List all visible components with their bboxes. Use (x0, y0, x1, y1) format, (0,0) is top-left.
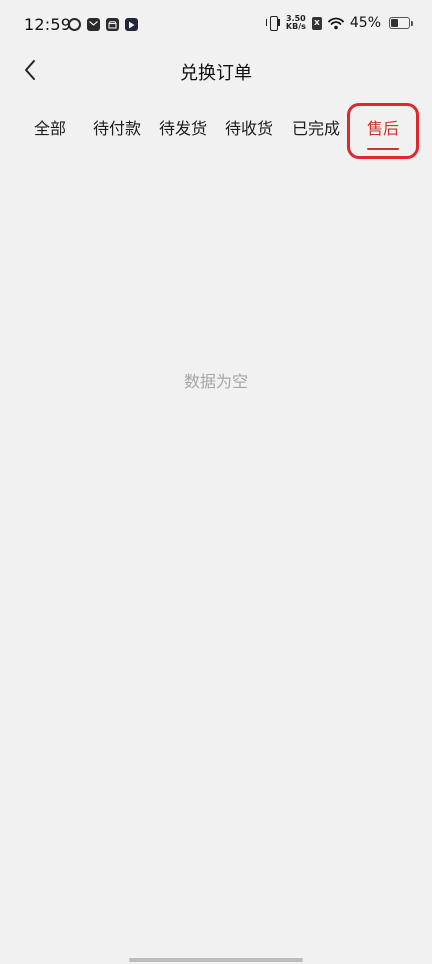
battery-percent: 45% (349, 15, 381, 31)
tab-pending-receipt[interactable]: 待收货 (216, 112, 282, 152)
status-time: 12:59 (24, 15, 72, 34)
battery-fill (391, 19, 398, 27)
tab-completed[interactable]: 已完成 (282, 112, 350, 152)
battery-icon (389, 17, 413, 29)
app-header: 兑换订单 (0, 50, 432, 90)
tab-label: 已完成 (291, 119, 340, 138)
play-app-icon (125, 18, 138, 31)
store-app-icon (106, 18, 119, 31)
tab-pending-shipment[interactable]: 待发货 (150, 112, 216, 152)
tab-pending-payment[interactable]: 待付款 (84, 112, 150, 152)
page-title: 兑换订单 (180, 63, 252, 84)
home-indicator[interactable] (129, 958, 303, 962)
sync-app-icon (68, 18, 81, 31)
tab-label: 待发货 (158, 119, 207, 138)
vibrate-icon (265, 15, 280, 31)
status-notification-icons (68, 18, 138, 31)
empty-state-message: 数据为空 (183, 372, 248, 391)
status-bar: 12:59 3.50 KB/s x 45% (0, 0, 432, 50)
tab-all[interactable]: 全部 (16, 112, 84, 152)
no-sim-icon: x (311, 16, 322, 30)
active-tab-highlight (347, 103, 419, 159)
mail-app-icon (87, 18, 100, 31)
status-system-icons: 3.50 KB/s x 45% (265, 15, 413, 31)
wifi-icon (327, 17, 344, 30)
tab-label: 待付款 (92, 119, 141, 138)
network-speed: 3.50 KB/s (286, 15, 306, 31)
tab-label: 全部 (33, 119, 66, 138)
network-speed-unit: KB/s (285, 22, 306, 31)
tab-label: 待收货 (224, 119, 273, 138)
